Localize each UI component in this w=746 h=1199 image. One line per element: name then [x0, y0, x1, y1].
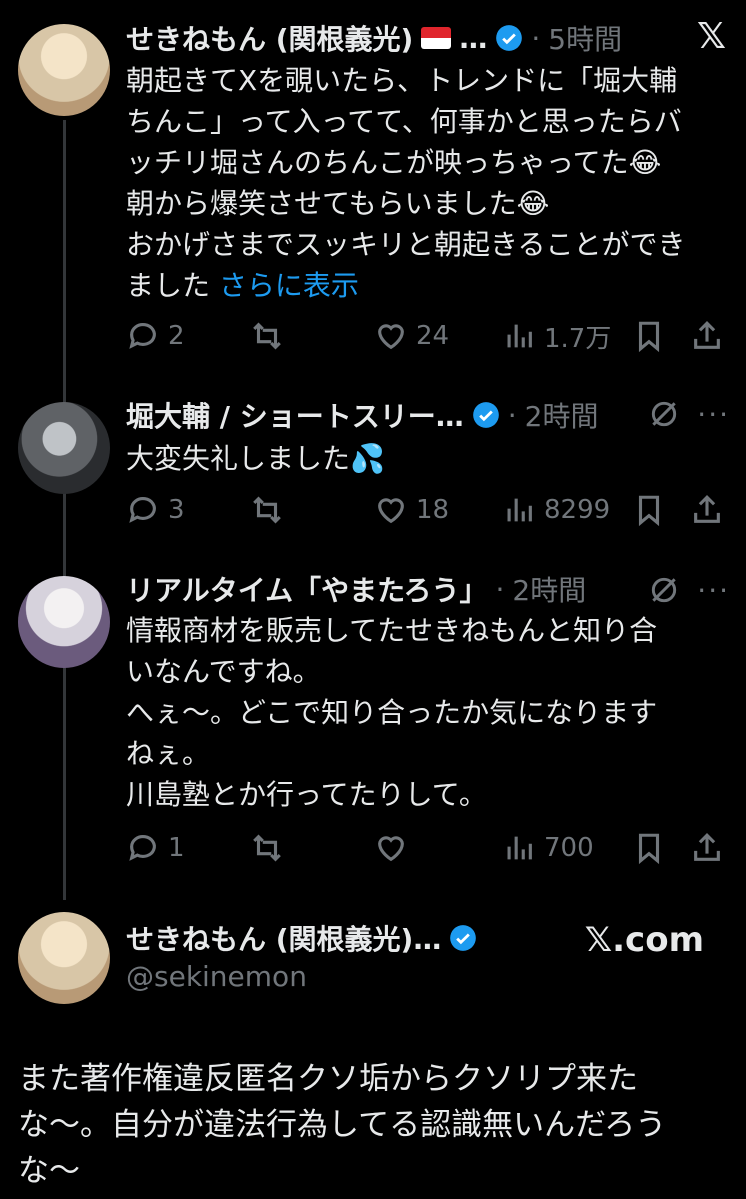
display-name[interactable]: 堀大輔 / ショートスリー… [126, 395, 464, 435]
text-line: な〜 [18, 1153, 80, 1189]
retweet-icon [253, 834, 281, 862]
text-line: ねぇ。 [126, 737, 211, 770]
views-button[interactable]: 1.7万 [502, 318, 632, 355]
like-button[interactable] [374, 831, 502, 865]
display-name[interactable]: せきねもん (関根義光) [126, 18, 413, 58]
bookmark-icon [638, 833, 660, 865]
text-line-last: ました さらに表示 [126, 265, 726, 306]
bookmark-icon [638, 495, 660, 527]
like-count: 24 [416, 321, 450, 351]
show-more-link[interactable]: さらに表示 [219, 269, 359, 302]
user-handle[interactable]: @sekinemon [126, 960, 307, 993]
separator: · [495, 572, 505, 606]
view-count: 700 [544, 833, 594, 863]
action-bar: 1 700 [126, 828, 736, 868]
grok-icon[interactable] [648, 574, 680, 606]
tweet-header: リアルタイム「やまたろう」 · 2時間 [126, 569, 586, 609]
view-count: 1.7万 [544, 323, 612, 354]
avatar[interactable] [18, 402, 110, 494]
text-line: おかげさまでスッキリと朝起きることができ [126, 228, 686, 261]
retweet-icon [253, 322, 281, 350]
tweet-text: 朝起きてXを覗いたら、トレンドに「堀大輔 ちんこ」って入ってて、何事かと思ったらバ… [126, 60, 726, 306]
share-icon [694, 495, 720, 523]
separator: · [531, 21, 541, 55]
reply-icon [129, 497, 156, 523]
views-chart-icon [507, 836, 532, 860]
reply-icon [129, 323, 156, 349]
xcom-brand: 𝕏.com [584, 920, 704, 960]
bookmark-icon [638, 321, 660, 353]
views-button[interactable]: 700 [502, 831, 632, 865]
action-bar: 3 18 8299 [126, 490, 736, 530]
retweet-button[interactable] [250, 831, 374, 865]
reply-count: 2 [168, 321, 185, 351]
verified-badge-icon [450, 925, 477, 951]
timestamp[interactable]: 2時間 [512, 569, 586, 609]
timestamp[interactable]: 2時間 [525, 395, 599, 435]
name-ellipsis: … [459, 21, 488, 55]
verified-badge-icon [496, 25, 523, 51]
text-line: ッチリ堀さんのちんこが映っちゃってた😂 [126, 146, 662, 179]
text-line: 情報商材を販売してたせきねもんと知り合 [126, 614, 658, 647]
heart-icon [378, 324, 404, 350]
text-line: 朝から爆笑させてもらいました😂 [126, 187, 550, 220]
reply-count: 1 [168, 833, 185, 863]
reply-icon [129, 835, 156, 861]
reply-count: 3 [168, 495, 185, 525]
singapore-flag-icon [421, 27, 452, 49]
share-button[interactable] [690, 319, 724, 353]
view-count: 8299 [544, 495, 611, 525]
retweet-button[interactable] [250, 319, 374, 353]
text-line: な〜。自分が違法行為してる認識無いんだろう [18, 1107, 667, 1143]
verified-badge-icon [472, 402, 499, 428]
retweet-button[interactable] [250, 493, 374, 527]
text-line: 川島塾とか行ってたりして。 [126, 778, 487, 811]
retweet-icon [253, 496, 281, 524]
display-name[interactable]: リアルタイム「やまたろう」 [126, 569, 487, 609]
tweet-header: せきねもん (関根義光) … · 5時間 [126, 18, 622, 58]
thread-line [63, 120, 66, 900]
separator: · [507, 398, 517, 432]
action-bar: 2 24 1.7万 [126, 316, 736, 356]
share-button[interactable] [690, 831, 724, 865]
quoted-header: せきねもん (関根義光)… [126, 918, 477, 958]
text-line: ちんこ」って入ってて、何事かと思ったらバ [126, 105, 682, 138]
heart-icon [378, 836, 404, 862]
tweet-text: 大変失礼しました💦 [126, 442, 385, 475]
views-chart-icon [507, 498, 532, 522]
reply-button[interactable]: 2 [126, 319, 250, 353]
x-logo-icon: 𝕏 [696, 16, 726, 57]
share-button[interactable] [690, 493, 724, 527]
tweet-text: 情報商材を販売してたせきねもんと知り合 いなんですね。へぇ〜。どこで知り合ったか気… [126, 610, 726, 815]
timestamp[interactable]: 5時間 [548, 18, 622, 58]
more-options-icon[interactable]: ··· [697, 574, 730, 607]
text-line: へぇ〜。どこで知り合ったか気になります [126, 696, 658, 729]
avatar[interactable] [18, 576, 110, 668]
text-line: いなんですね。 [126, 655, 321, 688]
text-line: ました [126, 269, 219, 302]
text-line: 朝起きてXを覗いたら、トレンドに「堀大輔 [126, 64, 678, 97]
text-line: また著作権違反匿名クソ垢からクソリプ来た [18, 1061, 638, 1097]
bookmark-button[interactable] [632, 831, 690, 865]
like-button[interactable]: 18 [374, 493, 502, 527]
avatar[interactable] [18, 24, 110, 116]
avatar[interactable] [18, 912, 110, 1004]
like-count: 18 [416, 495, 450, 525]
views-chart-icon [507, 324, 532, 348]
quoted-text: また著作権違反匿名クソ垢からクソリプ来た な〜。自分が違法行為してる認識無いんだろ… [18, 1056, 728, 1194]
heart-icon [378, 498, 404, 524]
display-name[interactable]: せきねもん (関根義光)… [126, 918, 441, 958]
bookmark-button[interactable] [632, 319, 690, 353]
share-icon [694, 833, 720, 861]
reply-button[interactable]: 3 [126, 493, 250, 527]
views-button[interactable]: 8299 [502, 493, 632, 527]
reply-button[interactable]: 1 [126, 831, 250, 865]
like-button[interactable]: 24 [374, 319, 502, 353]
share-icon [694, 321, 720, 349]
bookmark-button[interactable] [632, 493, 690, 527]
grok-icon[interactable] [648, 398, 680, 430]
tweet-header: 堀大輔 / ショートスリー… · 2時間 [126, 395, 598, 435]
more-options-icon[interactable]: ··· [697, 398, 730, 431]
